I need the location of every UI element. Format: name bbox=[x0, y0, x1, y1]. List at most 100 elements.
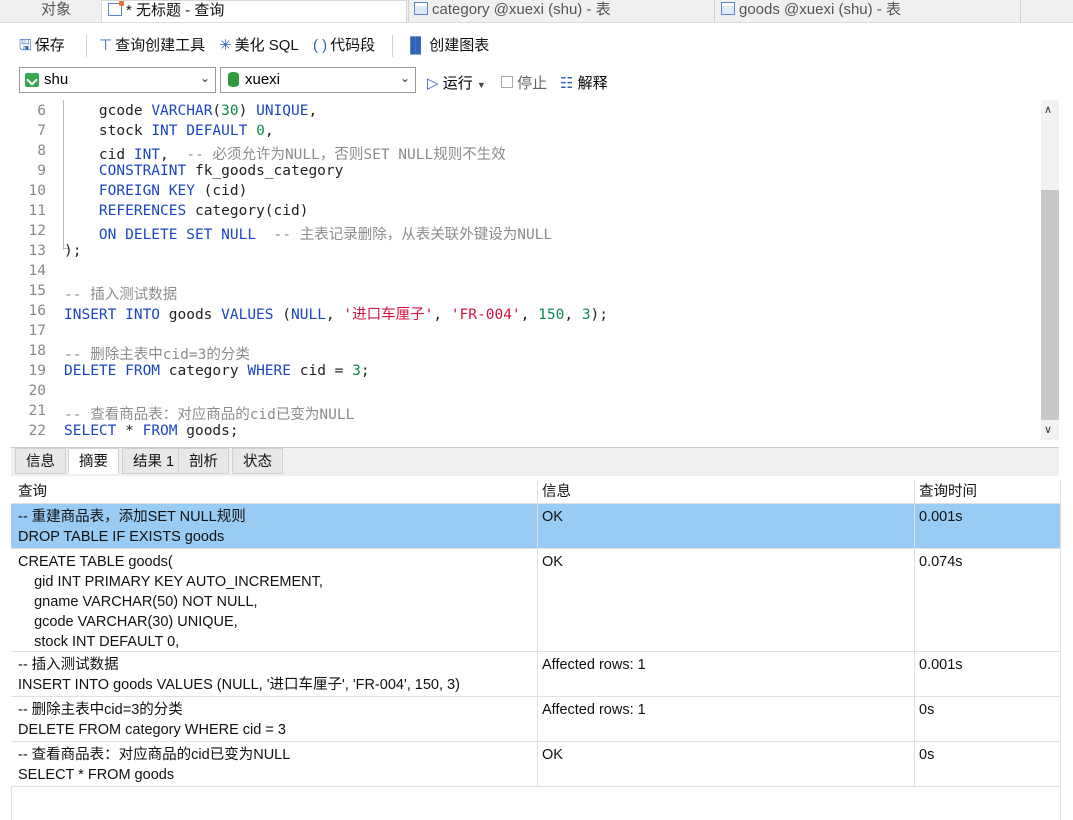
stop-button[interactable]: 停止 bbox=[501, 72, 547, 93]
grid-line bbox=[914, 480, 915, 786]
line-number: 12 bbox=[28, 223, 46, 239]
stop-icon bbox=[501, 76, 513, 88]
tab-goods-table[interactable]: goods @xuexi (shu) - 表 bbox=[721, 0, 901, 22]
code-line: REFERENCES category(cid) bbox=[98, 203, 309, 219]
explain-button[interactable]: ☷ 解释 bbox=[560, 72, 608, 93]
save-icon: 🖫 bbox=[19, 37, 32, 54]
line-number: 14 bbox=[28, 263, 46, 279]
toolbar-separator bbox=[392, 35, 393, 57]
connection-select[interactable]: shu ⌄ bbox=[19, 67, 216, 93]
explain-icon: ☷ bbox=[560, 75, 574, 92]
tab-info[interactable]: 信息 bbox=[15, 448, 66, 474]
code-line: CONSTRAINT fk_goods_category bbox=[98, 163, 344, 179]
line-number: 16 bbox=[28, 303, 46, 319]
cell-time[interactable]: 0.001s bbox=[919, 507, 963, 527]
line-number: 13 bbox=[28, 243, 46, 259]
tab-profile[interactable]: 剖析 bbox=[178, 448, 229, 474]
beautify-icon: ✳ bbox=[219, 37, 232, 54]
editor-scrollbar-thumb[interactable] bbox=[1041, 190, 1059, 420]
scroll-up-icon[interactable]: ∧ bbox=[1044, 103, 1052, 116]
run-button[interactable]: ▷ 运行 ▼ bbox=[427, 72, 486, 93]
query-toolbar: 🖫 保存 ⊤ 查询创建工具 ✳ 美化 SQL ( ) 代码段 ▐▌ 创建图表 bbox=[0, 23, 1073, 67]
grid-line bbox=[1060, 480, 1061, 786]
line-number: 18 bbox=[28, 343, 46, 359]
tab-status[interactable]: 状态 bbox=[232, 448, 283, 474]
line-number: 20 bbox=[28, 383, 46, 399]
cell-info[interactable]: OK bbox=[542, 745, 563, 765]
table-icon bbox=[721, 2, 735, 15]
save-button[interactable]: 🖫 保存 bbox=[19, 37, 65, 55]
line-number: 19 bbox=[28, 363, 46, 379]
grid-line bbox=[11, 503, 1061, 504]
tab-divider bbox=[408, 0, 409, 22]
query-builder-button[interactable]: ⊤ 查询创建工具 bbox=[99, 37, 205, 55]
chart-icon: ▐▌ bbox=[405, 37, 427, 54]
line-number: 7 bbox=[37, 123, 46, 139]
create-chart-button[interactable]: ▐▌ 创建图表 bbox=[405, 37, 489, 55]
tab-divider bbox=[714, 0, 715, 22]
code-line: SELECT * FROM goods; bbox=[64, 423, 239, 439]
line-number: 15 bbox=[28, 283, 46, 299]
line-number: 22 bbox=[28, 423, 46, 439]
tab-objects[interactable]: 对象 bbox=[41, 0, 71, 22]
query-icon bbox=[108, 1, 124, 16]
line-number: 11 bbox=[28, 203, 46, 219]
tab-category-table[interactable]: category @xuexi (shu) - 表 bbox=[414, 0, 611, 22]
tab-result-1[interactable]: 结果 1 bbox=[122, 448, 186, 474]
panel-border bbox=[1060, 786, 1061, 820]
toolbar-separator bbox=[86, 35, 87, 57]
cell-time[interactable]: 0.001s bbox=[919, 655, 963, 675]
code-snippet-button[interactable]: ( ) 代码段 bbox=[313, 37, 375, 55]
cell-time[interactable]: 0s bbox=[919, 745, 934, 765]
connection-icon bbox=[25, 73, 39, 87]
tab-summary[interactable]: 摘要 bbox=[68, 448, 119, 474]
line-number: 8 bbox=[37, 143, 46, 159]
column-header-info[interactable]: 信息 bbox=[542, 480, 571, 504]
code-line: cid INT, -- 必须允许为NULL，否则SET NULL规则不生效 bbox=[64, 147, 506, 163]
code-line: -- 插入测试数据 bbox=[64, 287, 178, 303]
code-line: -- 查看商品表：对应商品的cid已变为NULL bbox=[64, 407, 355, 423]
code-line: -- 删除主表中cid=3的分类 bbox=[64, 347, 250, 363]
chevron-down-icon: ⌄ bbox=[199, 71, 210, 85]
line-number: 9 bbox=[37, 163, 46, 179]
line-number: 21 bbox=[28, 403, 46, 419]
grid-line bbox=[537, 480, 538, 786]
code-line: ON DELETE SET NULL -- 主表记录删除，从表关联外键设为NUL… bbox=[98, 227, 553, 243]
tab-untitled-query[interactable]: * 无标题 - 查询 bbox=[101, 0, 407, 22]
code-line: stock INT DEFAULT 0, bbox=[64, 123, 274, 139]
cell-query[interactable]: CREATE TABLE goods( gid INT PRIMARY KEY … bbox=[18, 552, 533, 652]
column-header-time[interactable]: 查询时间 bbox=[919, 480, 977, 504]
database-icon bbox=[228, 72, 239, 87]
scroll-down-icon[interactable]: ∨ bbox=[1044, 423, 1052, 436]
cell-info[interactable]: OK bbox=[542, 552, 563, 572]
cell-time[interactable]: 0s bbox=[919, 700, 934, 720]
cell-query[interactable]: -- 查看商品表：对应商品的cid已变为NULL SELECT * FROM g… bbox=[18, 745, 533, 787]
snippet-icon: ( ) bbox=[313, 37, 328, 54]
cell-time[interactable]: 0.074s bbox=[919, 552, 963, 572]
code-line: INSERT INTO goods VALUES (NULL, '进口车厘子',… bbox=[64, 307, 609, 323]
code-line: DELETE FROM category WHERE cid = 3; bbox=[64, 363, 370, 379]
panel-border bbox=[11, 786, 12, 820]
cell-query[interactable]: -- 插入测试数据 INSERT INTO goods VALUES (NULL… bbox=[18, 655, 533, 697]
line-number: 6 bbox=[37, 103, 46, 119]
column-header-query[interactable]: 查询 bbox=[18, 480, 47, 504]
caret-down-icon: ▼ bbox=[476, 80, 486, 90]
table-icon bbox=[414, 2, 428, 15]
line-number: 10 bbox=[28, 183, 46, 199]
chevron-down-icon: ⌄ bbox=[399, 71, 410, 85]
database-select[interactable]: xuexi ⌄ bbox=[220, 67, 416, 93]
cell-info[interactable]: OK bbox=[542, 507, 563, 527]
line-number: 17 bbox=[28, 323, 46, 339]
cell-query[interactable]: -- 删除主表中cid=3的分类 DELETE FROM category WH… bbox=[18, 700, 533, 742]
tab-bar: 对象 * 无标题 - 查询 category @xuexi (shu) - 表 … bbox=[0, 0, 1073, 23]
cell-query[interactable]: -- 重建商品表，添加SET NULL规则 DROP TABLE IF EXIS… bbox=[18, 507, 533, 549]
query-builder-icon: ⊤ bbox=[99, 37, 113, 54]
code-line: FOREIGN KEY (cid) bbox=[98, 183, 248, 199]
code-line: gcode VARCHAR(30) UNIQUE, bbox=[64, 103, 318, 119]
beautify-sql-button[interactable]: ✳ 美化 SQL bbox=[219, 37, 299, 55]
code-line: ); bbox=[64, 243, 82, 259]
cell-info[interactable]: Affected rows: 1 bbox=[542, 700, 646, 720]
cell-info[interactable]: Affected rows: 1 bbox=[542, 655, 646, 675]
play-icon: ▷ bbox=[427, 75, 439, 92]
tab-divider bbox=[1020, 0, 1021, 22]
